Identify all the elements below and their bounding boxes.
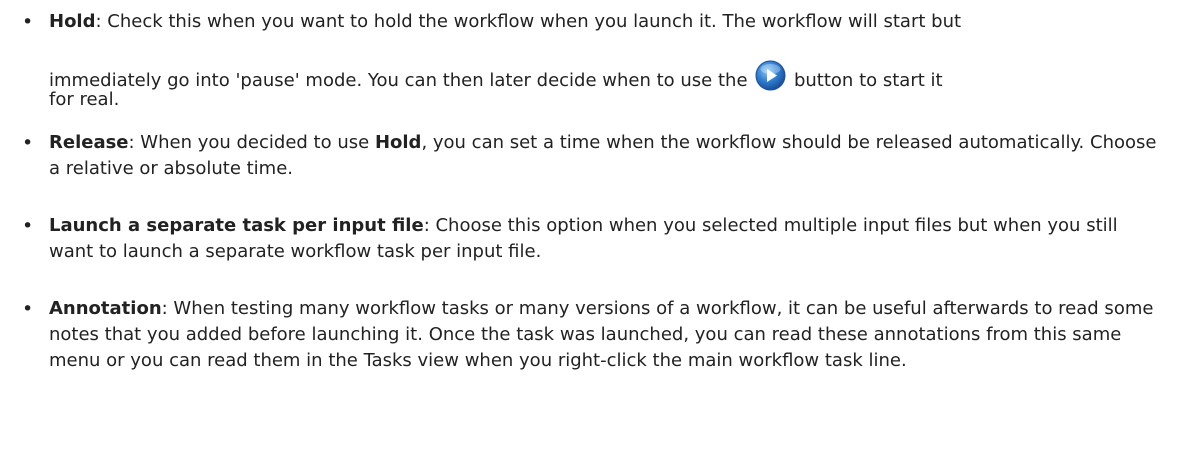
list-item-hold: • Hold: Check this when you want to hold…: [0, 0, 1186, 120]
list-item-launch-separate: • Launch a separate task per input file:…: [0, 213, 1186, 273]
annotation-desc: : When testing many workflow tasks or ma…: [49, 298, 1154, 371]
annotation-text: Annotation: When testing many workflow t…: [49, 296, 1164, 374]
term-hold-inline: Hold: [374, 132, 422, 153]
bullet: •: [22, 215, 34, 237]
term-release: Release: [49, 132, 129, 153]
term-annotation: Annotation: [49, 298, 162, 319]
term-launch-separate: Launch a separate task per input file: [49, 215, 424, 236]
bullet: •: [22, 11, 34, 33]
hold-line-3: for real.: [49, 87, 1164, 113]
release-text: Release: When you decided to use Hold, y…: [49, 130, 1164, 182]
hold-desc-3: for real.: [49, 89, 120, 110]
list-item-release: • Release: When you decided to use Hold,…: [0, 130, 1186, 190]
document-body: • Hold: Check this when you want to hold…: [0, 0, 1186, 475]
bullet: •: [22, 298, 34, 320]
launch-text: Launch a separate task per input file: C…: [49, 213, 1164, 265]
term-hold: Hold: [49, 11, 96, 32]
hold-line-1: Hold: Check this when you want to hold t…: [49, 9, 1164, 35]
list-item-annotation: • Annotation: When testing many workflow…: [0, 296, 1186, 416]
hold-desc-1: : Check this when you want to hold the w…: [95, 11, 962, 32]
bullet: •: [22, 132, 34, 154]
release-desc-a: : When you decided to use: [128, 132, 375, 153]
